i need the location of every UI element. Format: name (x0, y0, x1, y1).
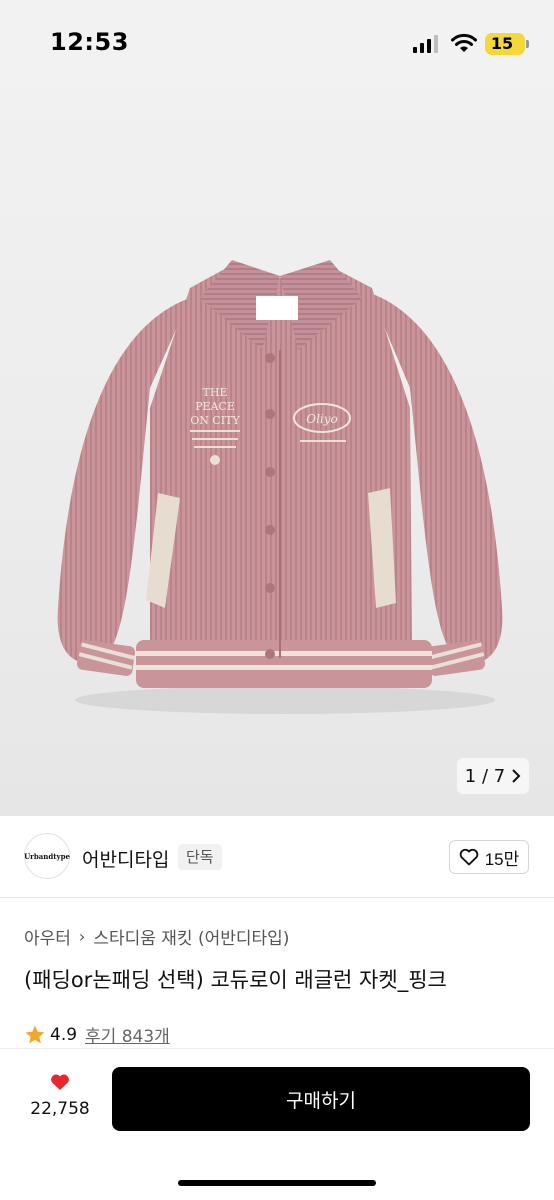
brand-logo[interactable]: Urbandtype (24, 833, 70, 879)
jacket-image: THE PEACE ON CITY Oliyo (57, 260, 503, 714)
battery-level: 15 (490, 34, 514, 53)
signal-icon (413, 35, 438, 53)
breadcrumb-category[interactable]: 아우터 (24, 924, 71, 949)
image-counter-text: 1 / 7 (464, 765, 506, 787)
svg-text:THE: THE (203, 386, 228, 399)
status-time: 12:53 (50, 28, 129, 56)
chevron-right-icon: › (78, 927, 86, 946)
review-link[interactable]: 후기 843개 (85, 1022, 170, 1047)
status-bar: 12:53 15 (0, 0, 554, 88)
heart-filled-icon (51, 1074, 69, 1090)
brand-logo-text: Urbandtype (24, 851, 70, 861)
buy-button[interactable]: 구매하기 (112, 1067, 530, 1131)
brand-like-count: 15만 (484, 849, 520, 869)
image-counter[interactable]: 1 / 7 (457, 758, 529, 794)
heart-outline-icon (459, 848, 478, 866)
wishlist-button[interactable]: 22,758 (22, 1073, 98, 1119)
svg-text:ON CITY: ON CITY (190, 414, 240, 427)
product-image-gallery[interactable]: THE PEACE ON CITY Oliyo 1 / 7 (0, 88, 554, 816)
wifi-icon (451, 33, 477, 52)
star-icon (25, 1025, 45, 1043)
brand-like-button[interactable]: 15만 (449, 840, 529, 874)
exclusive-badge: 단독 (178, 844, 222, 870)
wishlist-count: 22,758 (30, 1099, 90, 1119)
svg-text:Oliyo: Oliyo (306, 412, 338, 426)
seller-row: Urbandtype 어반디타입 단독 15만 (0, 816, 554, 898)
home-indicator[interactable] (178, 1180, 376, 1186)
chevron-right-icon (512, 769, 521, 783)
breadcrumb-subcategory[interactable]: 스타디움 재킷 (어반디타입) (93, 924, 289, 949)
battery-icon: 15 (485, 33, 529, 55)
brand-name[interactable]: 어반디타입 (82, 845, 169, 872)
bottom-action-bar: 22,758 구매하기 (0, 1049, 554, 1200)
product-title: (패딩or논패딩 선택) 코듀로이 래글런 자켓_핑크 (24, 968, 447, 992)
svg-text:PEACE: PEACE (195, 400, 235, 413)
rating-row: 4.9 후기 843개 (24, 1022, 170, 1047)
rating-value: 4.9 (50, 1024, 78, 1045)
breadcrumb: 아우터 › 스타디움 재킷 (어반디타입) (24, 924, 289, 949)
